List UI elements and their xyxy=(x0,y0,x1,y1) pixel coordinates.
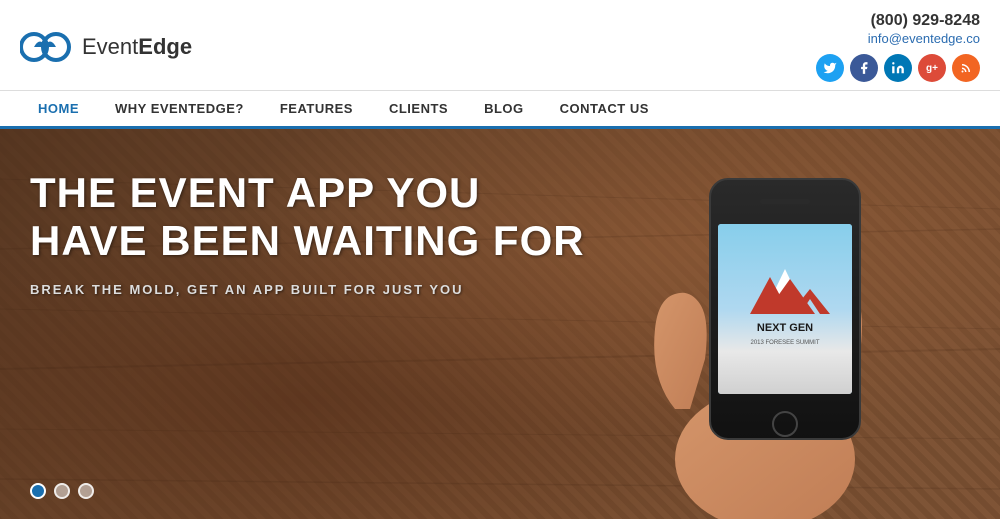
svg-text:2013 FORESEE SUMMIT: 2013 FORESEE SUMMIT xyxy=(750,340,819,346)
logo-text-light: Event xyxy=(82,34,138,59)
email-link[interactable]: info@eventedge.co xyxy=(868,31,980,46)
hero-section: THE EVENT APP YOU HAVE BEEN WAITING FOR … xyxy=(0,129,1000,519)
linkedin-icon[interactable] xyxy=(884,54,912,82)
social-icons: g+ xyxy=(816,54,980,82)
google-plus-icon[interactable]: g+ xyxy=(918,54,946,82)
nav-item-features[interactable]: FEATURES xyxy=(262,91,371,129)
hero-title-line1: THE EVENT APP YOU xyxy=(30,169,585,217)
dot-1[interactable] xyxy=(30,483,46,499)
facebook-icon[interactable] xyxy=(850,54,878,82)
nav-item-why[interactable]: WHY EVENTEDGE? xyxy=(97,91,262,129)
main-nav: HOME WHY EVENTEDGE? FEATURES CLIENTS BLO… xyxy=(0,90,1000,129)
rss-icon[interactable] xyxy=(952,54,980,82)
phone-number: (800) 929-8248 xyxy=(816,12,980,30)
logo-text-bold: Edge xyxy=(138,34,192,59)
nav-item-home[interactable]: HOME xyxy=(20,91,97,129)
nav-item-clients[interactable]: CLIENTS xyxy=(371,91,466,129)
phone-hand-area: NEXT GEN 2013 FORESEE SUMMIT xyxy=(590,129,940,519)
hero-subtitle: BREAK THE MOLD, GET AN APP BUILT FOR JUS… xyxy=(30,282,585,297)
svg-text:NEXT GEN: NEXT GEN xyxy=(757,322,813,334)
twitter-icon[interactable] xyxy=(816,54,844,82)
hero-title: THE EVENT APP YOU HAVE BEEN WAITING FOR xyxy=(30,169,585,266)
header-right: (800) 929-8248 info@eventedge.co g+ xyxy=(816,12,980,82)
logo-text: EventEdge xyxy=(82,34,192,60)
eventedge-logo-icon xyxy=(20,28,72,66)
hero-title-line2: HAVE BEEN WAITING FOR xyxy=(30,217,585,265)
logo[interactable]: EventEdge xyxy=(20,28,192,66)
dot-2[interactable] xyxy=(54,483,70,499)
hero-text-block: THE EVENT APP YOU HAVE BEEN WAITING FOR … xyxy=(30,169,585,297)
dot-3[interactable] xyxy=(78,483,94,499)
hand-svg: NEXT GEN 2013 FORESEE SUMMIT xyxy=(590,129,940,519)
header: EventEdge (800) 929-8248 info@eventedge.… xyxy=(0,0,1000,90)
nav-item-contact[interactable]: CONTACT US xyxy=(542,91,667,129)
nav-item-blog[interactable]: BLOG xyxy=(466,91,542,129)
slider-dots xyxy=(30,483,94,499)
